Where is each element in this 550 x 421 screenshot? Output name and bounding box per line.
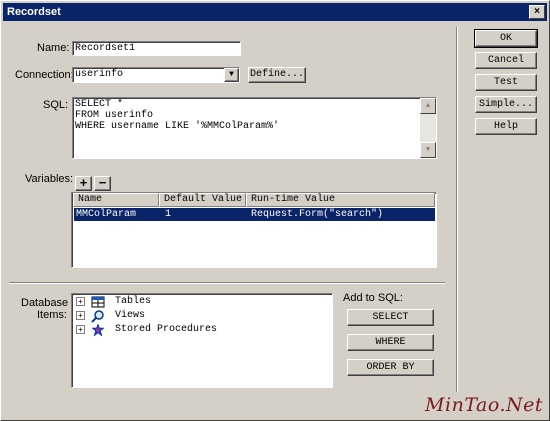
sql-line: SELECT *: [75, 99, 124, 110]
expand-icon[interactable]: +: [76, 311, 85, 320]
window-title: Recordset: [7, 6, 61, 18]
watermark-logo: MinTao.Net: [425, 394, 543, 416]
vertical-divider: [456, 27, 458, 392]
variable-runtime-cell: Request.Form("search"): [251, 209, 384, 220]
scroll-up-icon[interactable]: ▲: [420, 98, 436, 114]
chevron-down-icon[interactable]: ▼: [224, 68, 239, 82]
database-items-label: Database Items:: [21, 297, 68, 321]
expand-icon[interactable]: +: [76, 325, 85, 334]
sql-line: WHERE username LIKE '%MMColParam%': [75, 121, 280, 132]
tree-item-label: Tables: [115, 296, 152, 307]
name-field-value: Recordset1: [75, 43, 136, 54]
table-row[interactable]: MMColParam 1 Request.Form("search"): [74, 208, 435, 221]
remove-variable-button[interactable]: −: [94, 176, 111, 191]
help-button[interactable]: Help: [475, 118, 537, 135]
variables-table: Name Default Value Run-time Value MMColP…: [71, 192, 437, 268]
column-header-name[interactable]: Name: [73, 193, 159, 207]
where-button[interactable]: WHERE: [347, 334, 434, 351]
name-field[interactable]: Recordset1: [72, 41, 241, 56]
variable-default-cell: 1: [165, 209, 172, 220]
sql-editor[interactable]: SELECT * FROM userinfo WHERE username LI…: [72, 97, 437, 159]
minus-icon: −: [98, 175, 107, 190]
title-bar[interactable]: Recordset ×: [3, 3, 547, 21]
database-tree: + Tables + Views + Stored Procedures: [71, 293, 333, 388]
variables-label: Variables:: [25, 173, 74, 185]
database-label-line: Items:: [37, 309, 67, 321]
close-icon[interactable]: ×: [529, 5, 545, 19]
stored-procedure-icon: [91, 323, 105, 337]
section-divider: [9, 282, 445, 284]
sql-label: SQL:: [43, 99, 69, 111]
add-to-sql-label: Add to SQL:: [343, 292, 403, 304]
expand-icon[interactable]: +: [76, 297, 85, 306]
view-icon: [91, 310, 104, 323]
sql-scrollbar[interactable]: ▲ ▼: [420, 98, 436, 158]
column-header-runtime-value[interactable]: Run-time Value: [246, 193, 435, 207]
tree-item-label: Views: [115, 310, 146, 321]
test-button[interactable]: Test: [475, 74, 537, 91]
variable-name-cell: MMColParam: [76, 209, 137, 220]
cancel-button[interactable]: Cancel: [475, 52, 537, 69]
database-label-line: Database: [21, 297, 69, 309]
select-button[interactable]: SELECT: [347, 309, 434, 326]
sql-line: FROM userinfo: [75, 110, 154, 121]
scroll-down-icon[interactable]: ▼: [420, 142, 436, 158]
simple-button[interactable]: Simple...: [475, 96, 537, 113]
name-label: Name:: [37, 42, 70, 54]
column-header-default-value[interactable]: Default Value: [159, 193, 246, 207]
connection-select-value: userinfo: [75, 69, 124, 80]
recordset-dialog: Recordset × Name: Recordset1 Connection:…: [0, 0, 550, 421]
table-icon: [91, 296, 105, 308]
define-button[interactable]: Define...: [248, 67, 306, 83]
plus-icon: +: [79, 175, 88, 190]
connection-select[interactable]: userinfo ▼: [72, 67, 240, 83]
order-by-button[interactable]: ORDER BY: [347, 359, 434, 376]
ok-button[interactable]: OK: [474, 29, 538, 48]
add-variable-button[interactable]: +: [75, 176, 92, 191]
connection-label: Connection:: [15, 69, 74, 81]
tree-item-label: Stored Procedures: [115, 324, 218, 335]
